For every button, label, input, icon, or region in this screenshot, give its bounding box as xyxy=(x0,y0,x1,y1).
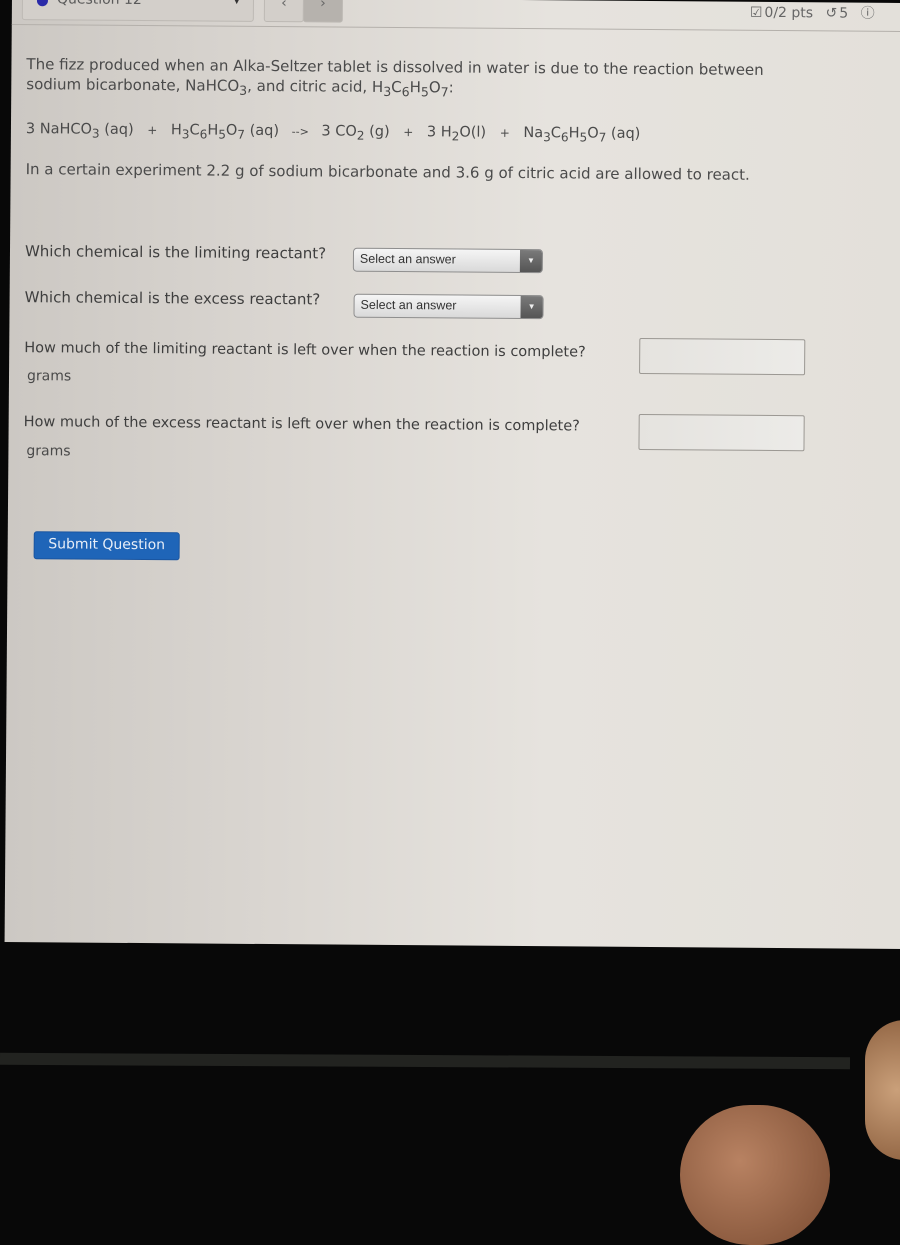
excess-select-value: Select an answer xyxy=(360,297,457,313)
excess-reactant-label: Which chemical is the excess reactant? xyxy=(24,288,321,309)
reactant-1: 3 NaHCO xyxy=(25,121,93,138)
limiting-leftover-label: How much of the limiting reactant is lef… xyxy=(24,340,586,361)
limiting-reactant-label: Which chemical is the limiting reactant? xyxy=(24,242,327,263)
limiting-leftover-unit: grams xyxy=(26,368,72,385)
laptop-bezel-edge xyxy=(0,1052,851,1070)
question-body: The fizz produced when an Alka-Seltzer t… xyxy=(26,54,887,185)
question-intro: The fizz produced when an Alka-Seltzer t… xyxy=(26,55,764,100)
browser-screen: Question 12 ▼ ‹ › ☑0/2 pts ↺5 ⓘ The fizz… xyxy=(4,0,900,950)
plus-sign: + xyxy=(499,125,510,140)
next-question-button[interactable]: › xyxy=(302,0,344,23)
excess-leftover-input[interactable] xyxy=(638,413,805,452)
product-2: 3 H xyxy=(426,124,452,141)
retries-count: 5 xyxy=(839,5,849,22)
chevron-down-icon: ▼ xyxy=(520,296,543,319)
reaction-arrow: --> xyxy=(291,125,309,139)
limiting-select-value: Select an answer xyxy=(359,251,456,267)
plus-sign: + xyxy=(403,125,414,140)
product-2-state: O(l) xyxy=(459,124,487,141)
product-3: Na xyxy=(523,125,544,142)
question-topbar: Question 12 ▼ ‹ › ☑0/2 pts ↺5 ⓘ xyxy=(11,0,900,33)
experiment-text: In a certain experiment 2.2 g of sodium … xyxy=(25,160,750,184)
chemical-equation: 3 NaHCO3 (aq) + H3C6H5O7 (aq) --> 3 CO2 … xyxy=(25,121,641,145)
product-1: 3 CO xyxy=(321,123,357,140)
excess-leftover-label: How much of the excess reactant is left … xyxy=(23,414,580,435)
undo-icon: ↺ xyxy=(825,5,838,22)
product-3-state: (aq) xyxy=(606,125,641,142)
submit-question-button[interactable]: Submit Question xyxy=(33,531,180,561)
previous-question-button[interactable]: ‹ xyxy=(263,0,305,23)
excess-reactant-select[interactable]: Select an answer ▼ xyxy=(353,293,544,320)
reactant-1-state: (aq) xyxy=(99,121,134,138)
chevron-down-icon: ▼ xyxy=(519,249,543,273)
chevron-down-icon: ▼ xyxy=(232,0,241,6)
score-area: ☑ 0/2 pts ↺ 5 ⓘ xyxy=(750,2,877,23)
limiting-reactant-select[interactable]: Select an answer ▼ xyxy=(352,247,544,274)
finger xyxy=(680,1105,830,1245)
question-label: Question 12 xyxy=(57,0,142,8)
excess-leftover-unit: grams xyxy=(26,443,71,460)
question-selector[interactable]: Question 12 ▼ xyxy=(21,0,255,22)
plus-sign: + xyxy=(147,123,158,138)
finger xyxy=(865,1020,900,1160)
intro-line-2a: sodium bicarbonate, NaHCO xyxy=(26,75,240,95)
product-1-state: (g) xyxy=(364,123,390,140)
intro-line-2b: , and citric acid, H xyxy=(247,76,384,96)
limiting-leftover-input[interactable] xyxy=(639,337,806,376)
checkbox-edit-icon: ☑ xyxy=(749,4,763,21)
status-dot-icon xyxy=(36,0,49,7)
score-text: 0/2 pts xyxy=(764,4,814,22)
info-icon[interactable]: ⓘ xyxy=(861,6,875,22)
reactant-2-state: (aq) xyxy=(244,122,280,140)
